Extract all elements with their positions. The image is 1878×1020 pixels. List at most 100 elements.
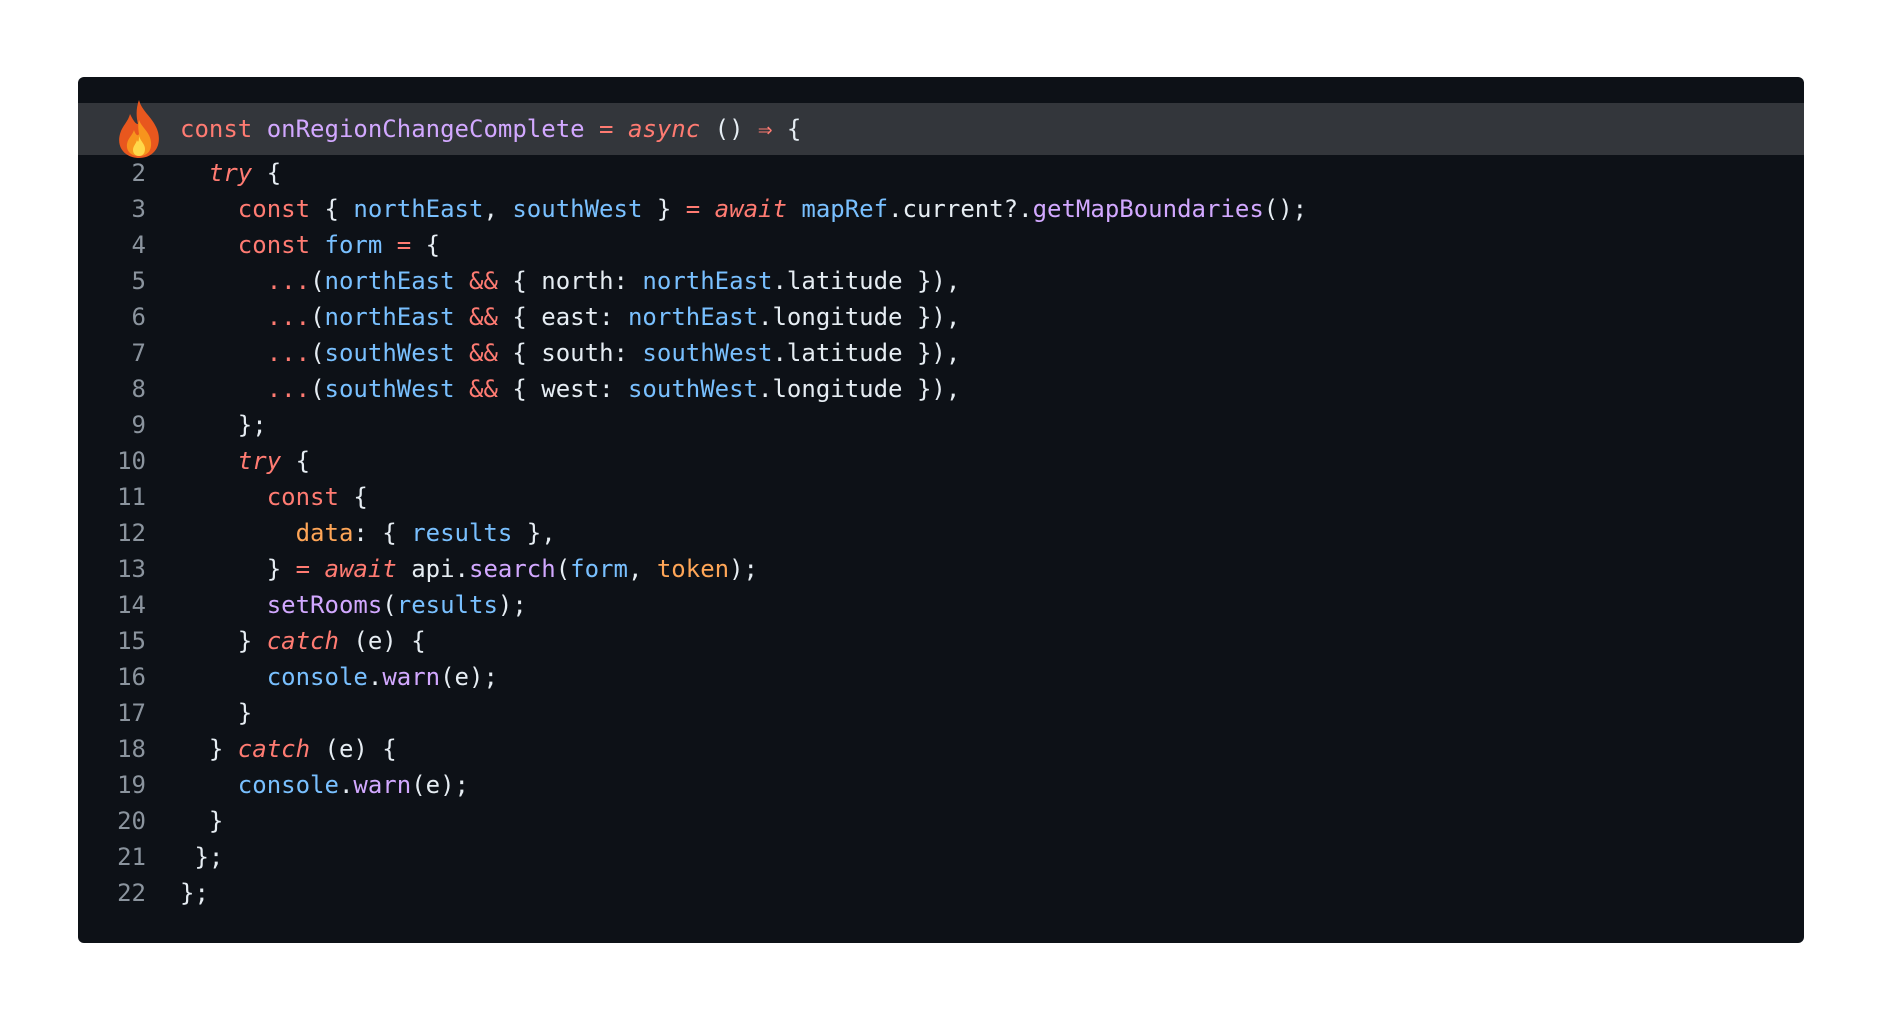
code-line: 22}; (78, 875, 1804, 911)
line-number: 15 (117, 627, 146, 655)
code-token: const (266, 483, 339, 511)
code-token: onRegionChangeComplete (266, 115, 585, 143)
code-line: 13 } = await api.search(form, token); (78, 551, 1804, 587)
code-token: const (237, 195, 311, 223)
code-token: () (700, 115, 758, 143)
code-line: 12 data: { results }, (78, 515, 1804, 551)
code-line: 2 try { (78, 155, 1804, 191)
line-number: 8 (131, 375, 146, 403)
code-token: ... (266, 303, 311, 331)
code-token: ⇒ (758, 115, 773, 143)
code-token: { (411, 231, 441, 259)
code-token: && (469, 267, 498, 295)
code-token: search (469, 555, 556, 583)
code-token: && (469, 375, 498, 403)
code-token: && (469, 303, 498, 331)
line-number: 20 (117, 807, 146, 835)
code-token: ( (310, 267, 325, 295)
code-token: } (180, 627, 267, 655)
code-token: try (237, 447, 282, 475)
code-line: 14 setRooms(results); (78, 587, 1804, 623)
line-number: 4 (131, 231, 146, 259)
code-token: form (324, 231, 383, 259)
highlighted-code-line: const onRegionChangeComplete = async () … (78, 100, 1804, 158)
code-line: 10 try { (78, 443, 1804, 479)
code-token: getMapBoundaries (1032, 195, 1264, 223)
code-token: { (338, 483, 368, 511)
line-number: 3 (131, 195, 146, 223)
code-text: console.warn(e); (180, 659, 498, 695)
code-token: && (469, 339, 498, 367)
code-token: data (295, 519, 354, 547)
code-token: } (642, 195, 686, 223)
code-token: , (483, 195, 513, 223)
code-token: northEast (324, 267, 455, 295)
code-token: , (627, 555, 657, 583)
code-token: southWest (627, 375, 759, 403)
code-token: } (180, 555, 296, 583)
code-token: { (281, 447, 311, 475)
code-token: console (266, 663, 368, 691)
code-token: form (570, 555, 628, 583)
line-number: 14 (117, 591, 146, 619)
code-text: }; (180, 839, 223, 875)
code-line: 18 } catch (e) { (78, 731, 1804, 767)
code-line: 17 } (78, 695, 1804, 731)
code-editor: const onRegionChangeComplete = async () … (78, 77, 1804, 943)
code-token: northEast (324, 303, 455, 331)
code-text: try { (180, 155, 281, 191)
code-line: 8 ...(southWest && { west: southWest.lon… (78, 371, 1804, 407)
code-line: 7 ...(southWest && { south: southWest.la… (78, 335, 1804, 371)
code-line: 19 console.warn(e); (78, 767, 1804, 803)
flame-icon (119, 100, 159, 158)
code-token: await (324, 555, 397, 583)
code-token: }, (512, 519, 556, 547)
code-token: (); (1263, 195, 1308, 223)
code-line: 5 ...(northEast && { north: northEast.la… (78, 263, 1804, 299)
code-token: ... (266, 267, 311, 295)
code-text: } catch (e) { (180, 731, 397, 767)
code-text: }; (180, 875, 209, 911)
line-number: 13 (117, 555, 146, 583)
code-token: (e) { (338, 627, 426, 655)
line-number: 12 (117, 519, 146, 547)
code-token: : { (353, 519, 412, 547)
code-token: api. (396, 555, 469, 583)
line-number: 10 (117, 447, 146, 475)
code-text: }; (180, 407, 267, 443)
code-token: { (310, 195, 354, 223)
code-token: await (714, 195, 787, 223)
code-lines: const onRegionChangeComplete = async () … (78, 100, 1804, 911)
code-token: ... (266, 339, 311, 367)
code-token: .longitude }), (758, 303, 961, 331)
code-text: console.warn(e); (180, 767, 469, 803)
code-token: ( (310, 303, 325, 331)
code-line: 21 }; (78, 839, 1804, 875)
line-number: 17 (117, 699, 146, 727)
code-text: ...(northEast && { north: northEast.lati… (180, 263, 961, 299)
code-text: const onRegionChangeComplete = async () … (180, 103, 801, 155)
code-token: = (584, 115, 628, 143)
code-text: const form = { (180, 227, 440, 263)
code-text: } catch (e) { (180, 623, 426, 659)
code-token: southWest (512, 195, 643, 223)
code-token: try (208, 159, 253, 187)
code-text: ...(northEast && { east: northEast.longi… (180, 299, 961, 335)
code-token: } (180, 807, 224, 835)
code-text: setRooms(results); (180, 587, 527, 623)
